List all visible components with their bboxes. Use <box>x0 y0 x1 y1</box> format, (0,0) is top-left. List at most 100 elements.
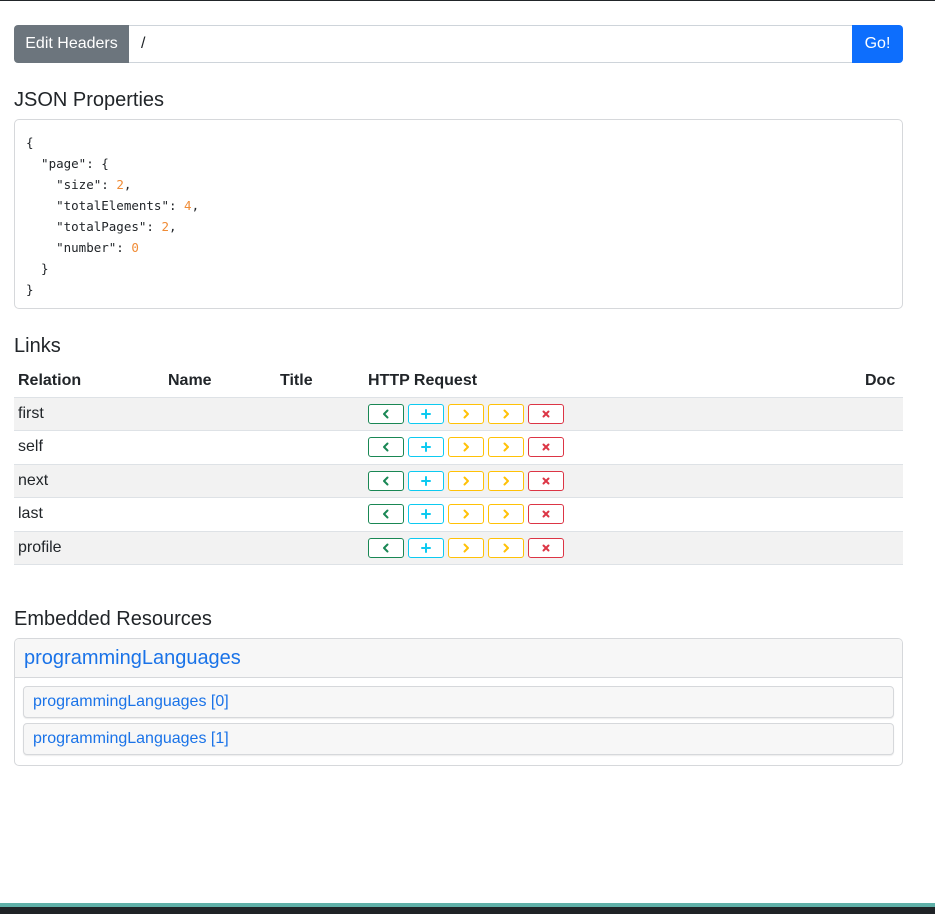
embedded-resources-card: programmingLanguages programmingLanguage… <box>14 638 903 766</box>
name-cell <box>164 531 276 565</box>
http-request-cell <box>364 430 861 465</box>
http-request-cell <box>364 397 861 431</box>
x-icon <box>541 409 551 419</box>
doc-cell <box>861 397 903 431</box>
links-table: Relation Name Title HTTP Request Doc fir… <box>14 365 903 565</box>
total-pages-value: 2 <box>161 219 169 234</box>
chevron-right-icon <box>501 409 511 419</box>
post-request-button[interactable] <box>408 470 444 491</box>
links-heading: Links <box>14 335 61 357</box>
get-request-button[interactable] <box>368 403 404 424</box>
plus-icon <box>421 509 431 520</box>
table-row: last <box>14 497 903 532</box>
json-properties-card: { "page": { "size": 2, "totalElements": … <box>14 119 903 309</box>
chevron-right-icon <box>461 509 471 519</box>
chevron-right-icon <box>501 509 511 519</box>
page-size-value: 2 <box>116 177 124 192</box>
name-cell <box>164 397 276 431</box>
column-header-relation: Relation <box>14 365 164 398</box>
name-cell <box>164 430 276 465</box>
plus-icon <box>421 442 431 453</box>
delete-request-button[interactable] <box>528 537 564 558</box>
chevron-right-icon <box>461 543 471 553</box>
title-cell <box>276 430 364 465</box>
embedded-resources-heading: Embedded Resources <box>14 608 212 630</box>
post-request-button[interactable] <box>408 504 444 525</box>
http-request-cell <box>364 497 861 532</box>
chevron-left-icon <box>381 543 391 553</box>
http-request-cell <box>364 464 861 498</box>
chevron-right-icon <box>461 442 471 452</box>
chevron-right-icon <box>461 409 471 419</box>
delete-request-button[interactable] <box>528 403 564 424</box>
doc-cell <box>861 430 903 465</box>
delete-request-button[interactable] <box>528 504 564 525</box>
links-table-header: Relation Name Title HTTP Request Doc <box>14 365 903 398</box>
patch-request-button[interactable] <box>488 437 524 458</box>
http-request-buttons <box>368 403 857 424</box>
chevron-right-icon <box>501 442 511 452</box>
relation-cell: last <box>14 497 164 532</box>
relation-cell: self <box>14 430 164 465</box>
chevron-left-icon <box>381 476 391 486</box>
patch-request-button[interactable] <box>488 470 524 491</box>
chevron-left-icon <box>381 509 391 519</box>
get-request-button[interactable] <box>368 470 404 491</box>
relation-cell: next <box>14 464 164 498</box>
chevron-right-icon <box>461 476 471 486</box>
embedded-item: programmingLanguages [1] <box>23 723 894 755</box>
patch-request-button[interactable] <box>488 537 524 558</box>
get-request-button[interactable] <box>368 504 404 525</box>
get-request-button[interactable] <box>368 437 404 458</box>
x-icon <box>541 509 551 519</box>
relation-cell: first <box>14 397 164 431</box>
plus-icon <box>421 408 431 419</box>
table-row: self <box>14 430 903 465</box>
embedded-item-link-0[interactable]: programmingLanguages [0] <box>33 693 229 711</box>
table-row: first <box>14 397 903 431</box>
x-icon <box>541 442 551 452</box>
delete-request-button[interactable] <box>528 470 564 491</box>
chevron-left-icon <box>381 409 391 419</box>
go-button[interactable]: Go! <box>852 25 903 63</box>
footer-accent <box>0 903 935 907</box>
column-header-http-request: HTTP Request <box>364 365 861 398</box>
put-request-button[interactable] <box>448 437 484 458</box>
column-header-name: Name <box>164 365 276 398</box>
json-properties-content: { "page": { "size": 2, "totalElements": … <box>26 135 200 297</box>
doc-cell <box>861 464 903 498</box>
table-row: next <box>14 464 903 498</box>
url-bar: Edit Headers Go! <box>14 25 903 63</box>
http-request-cell <box>364 531 861 565</box>
get-request-button[interactable] <box>368 537 404 558</box>
plus-icon <box>421 475 431 486</box>
patch-request-button[interactable] <box>488 504 524 525</box>
total-elements-value: 4 <box>184 198 192 213</box>
url-input[interactable] <box>129 25 852 63</box>
patch-request-button[interactable] <box>488 403 524 424</box>
http-request-buttons <box>368 504 857 525</box>
edit-headers-button[interactable]: Edit Headers <box>14 25 129 63</box>
embedded-item-link-1[interactable]: programmingLanguages [1] <box>33 730 229 748</box>
x-icon <box>541 476 551 486</box>
post-request-button[interactable] <box>408 403 444 424</box>
post-request-button[interactable] <box>408 537 444 558</box>
page-number-value: 0 <box>131 240 139 255</box>
embedded-resource-link[interactable]: programmingLanguages <box>24 647 241 670</box>
title-cell <box>276 464 364 498</box>
delete-request-button[interactable] <box>528 437 564 458</box>
put-request-button[interactable] <box>448 504 484 525</box>
column-header-doc: Doc <box>861 365 903 398</box>
title-cell <box>276 397 364 431</box>
put-request-button[interactable] <box>448 403 484 424</box>
relation-cell: profile <box>14 531 164 565</box>
http-request-buttons <box>368 470 857 491</box>
http-request-buttons <box>368 537 857 558</box>
chevron-right-icon <box>501 476 511 486</box>
name-cell <box>164 497 276 532</box>
put-request-button[interactable] <box>448 470 484 491</box>
embedded-resource-header: programmingLanguages <box>15 639 902 678</box>
x-icon <box>541 543 551 553</box>
put-request-button[interactable] <box>448 537 484 558</box>
post-request-button[interactable] <box>408 437 444 458</box>
